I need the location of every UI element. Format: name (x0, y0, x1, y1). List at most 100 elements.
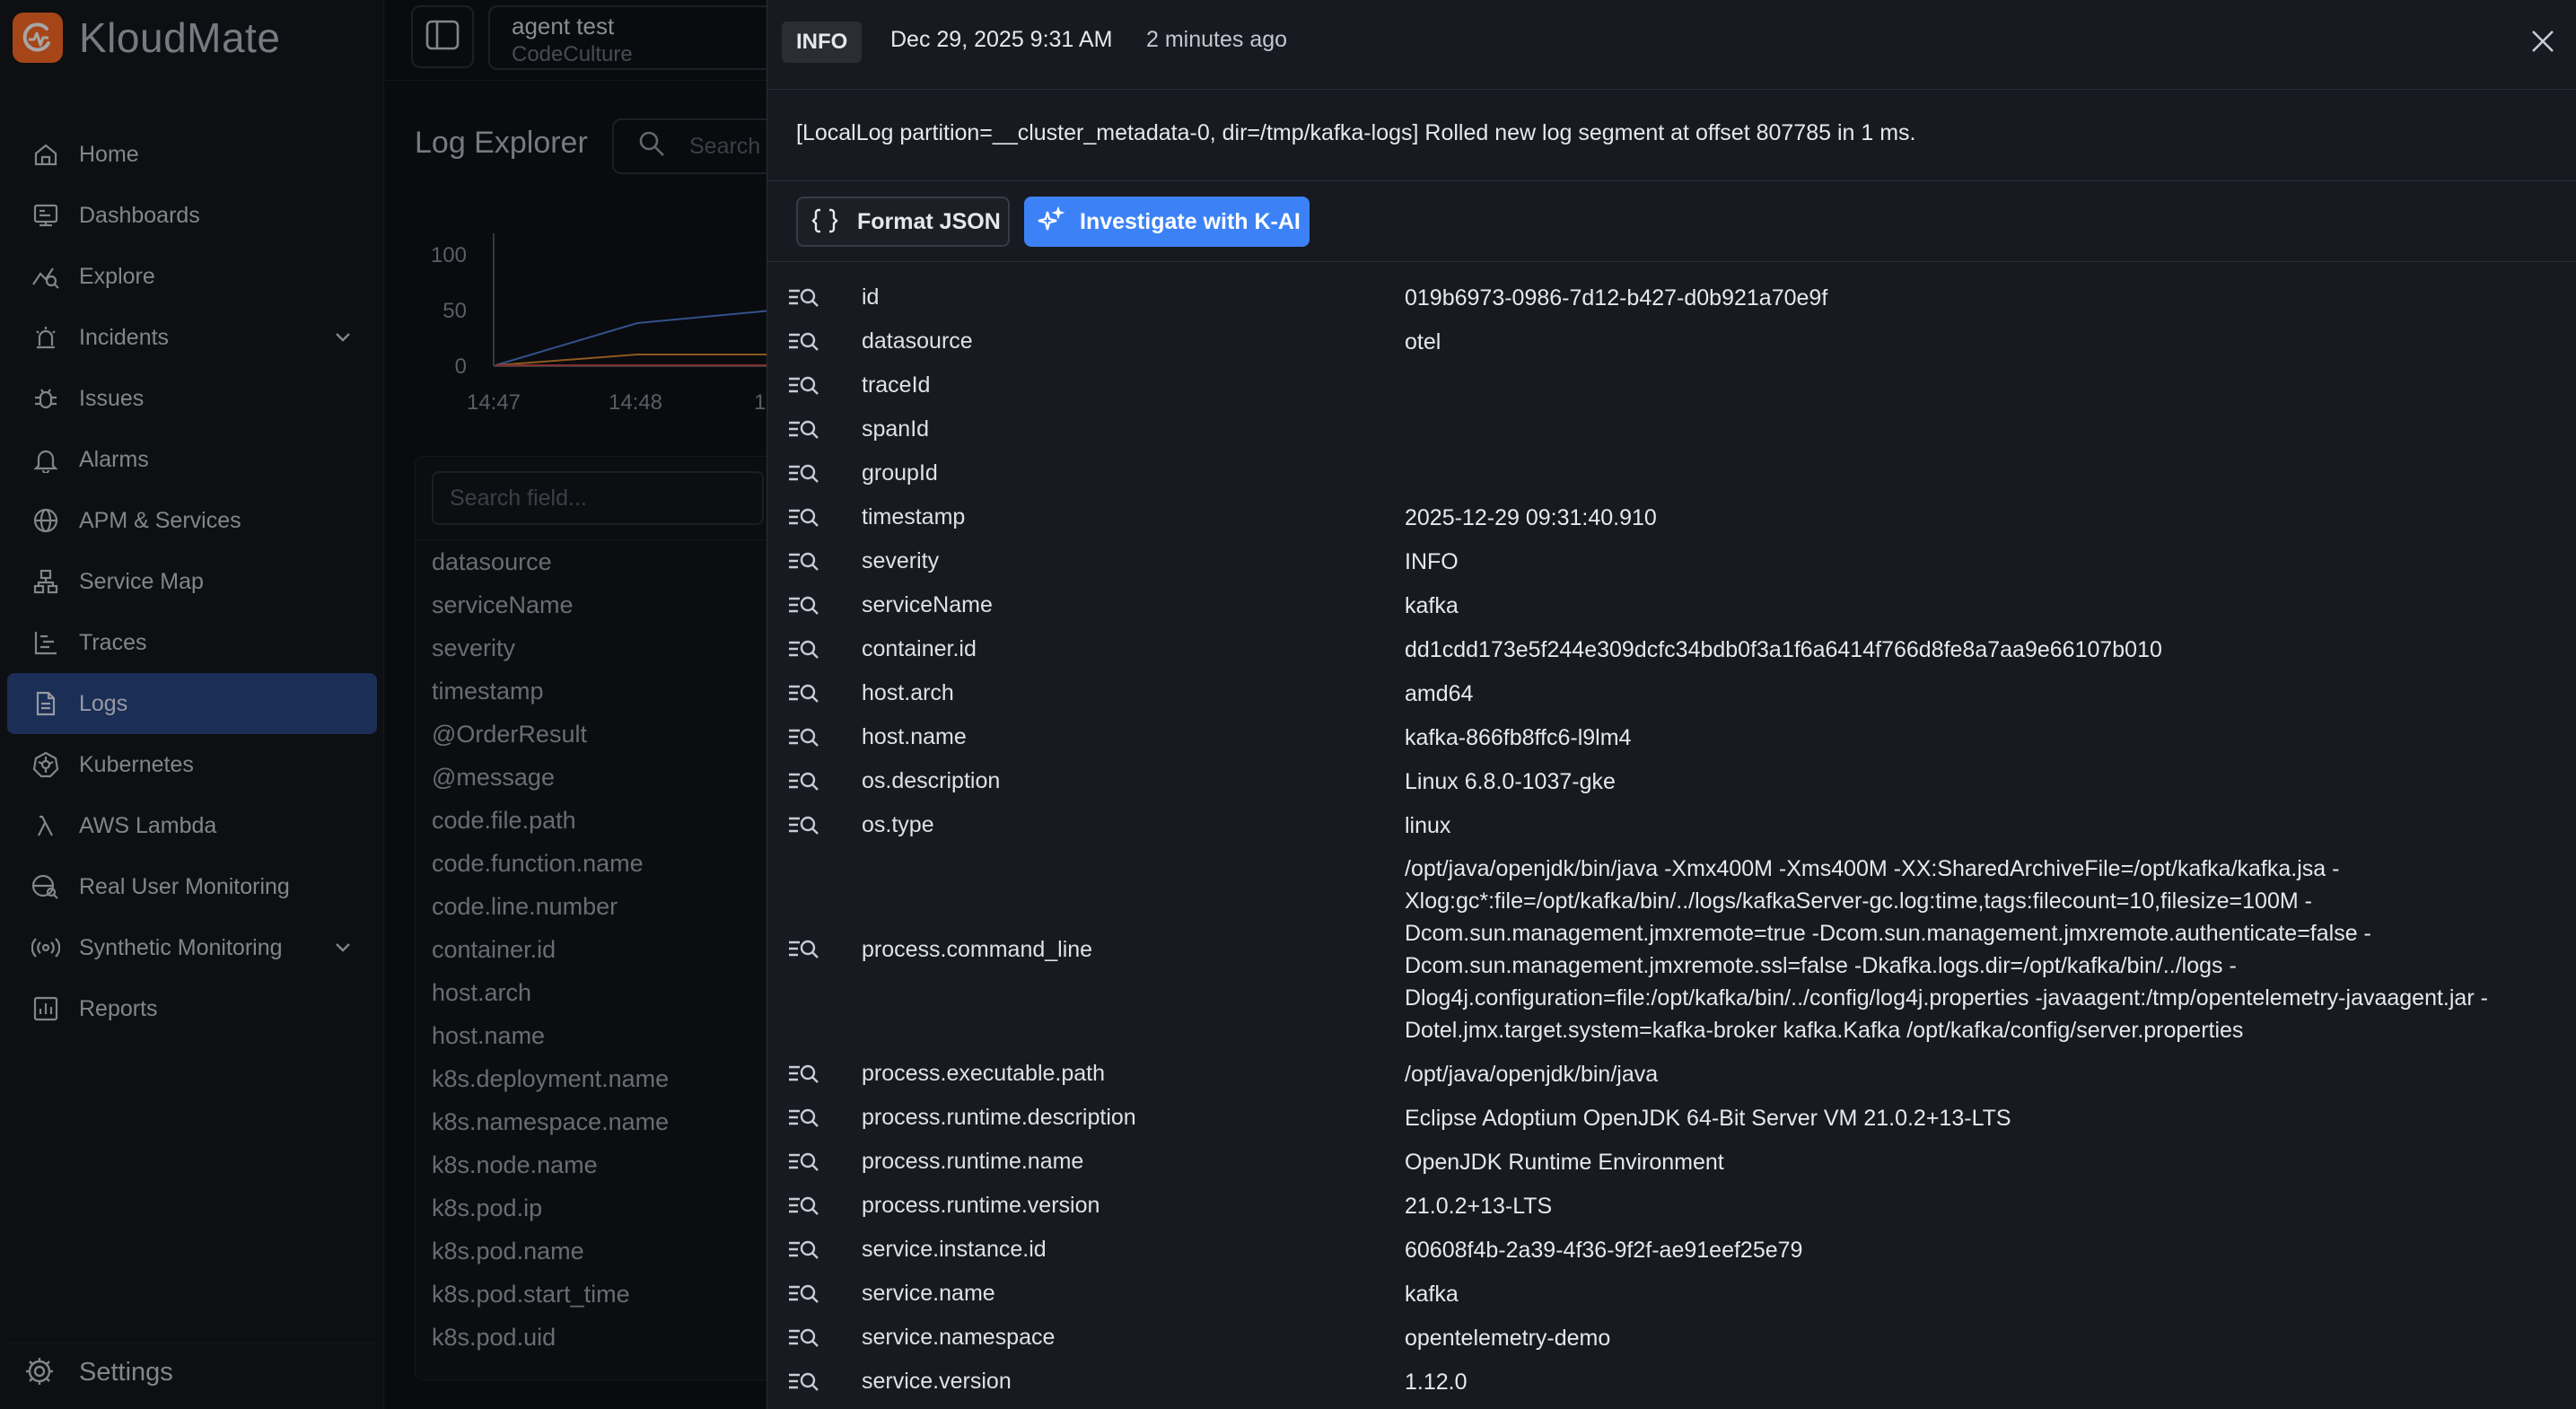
attribute-key: process.runtime.description (862, 1105, 1136, 1130)
attribute-key: service.namespace (862, 1325, 1056, 1350)
attribute-value (1405, 424, 2563, 435)
attribute-value (1405, 381, 2563, 391)
filter-search-icon[interactable] (787, 768, 821, 795)
attribute-key: traceId (862, 372, 931, 398)
attribute-row: process.executable.path/opt/java/openjdk… (767, 1052, 2576, 1096)
attributes-table: id 019b6973-0986-7d12-b427-d0b921a70e9f da… (767, 276, 2576, 1404)
attribute-row: os.description Linux 6.8.0-1037-gke (767, 759, 2576, 803)
filter-search-icon[interactable] (787, 1281, 821, 1308)
filter-search-icon[interactable] (787, 1061, 821, 1088)
attribute-key: host.name (862, 724, 967, 749)
filter-search-icon[interactable] (787, 680, 821, 707)
attribute-value: OpenJDK Runtime Environment (1405, 1149, 1724, 1175)
filter-search-icon[interactable] (787, 548, 821, 575)
attribute-value: /opt/java/openjdk/bin/java -Xmx400M -Xms… (1405, 856, 2488, 1043)
filter-search-icon[interactable] (787, 284, 821, 311)
attribute-value: amd64 (1405, 680, 1474, 706)
level-badge: INFO (782, 22, 863, 63)
attribute-value: 019b6973-0986-7d12-b427-d0b921a70e9f (1405, 284, 1828, 311)
attribute-row: process.runtime.description Eclipse Adopt… (767, 1096, 2576, 1140)
attribute-value: otel (1405, 328, 1441, 354)
attribute-key: groupId (862, 460, 938, 486)
attribute-value: kafka (1405, 592, 1459, 618)
attribute-value: /opt/java/openjdk/bin/java (1405, 1061, 1659, 1087)
filter-search-icon[interactable] (787, 1105, 821, 1132)
attribute-row: serviceName kafka (767, 583, 2576, 627)
braces-icon (810, 206, 841, 237)
drawer-actions: Format JSON Investigate with K-AI (767, 181, 2576, 262)
filter-search-icon[interactable] (787, 416, 821, 443)
filter-search-icon[interactable] (787, 724, 821, 751)
attribute-value: kafka (1405, 1281, 1459, 1307)
attribute-key: datasource (862, 328, 973, 354)
attribute-row: host.name kafka-866fb8ffc6-l9lm4 (767, 715, 2576, 759)
format-json-button[interactable]: Format JSON (796, 197, 1010, 247)
log-message: [LocalLog partition=__cluster_metadata-0… (767, 90, 2576, 181)
attribute-key: process.executable.path (862, 1061, 1106, 1086)
attribute-key: os.type (862, 812, 934, 837)
attribute-key: serviceName (862, 592, 993, 617)
attribute-row: process.runtime.name OpenJDK Runtime Envi… (767, 1140, 2576, 1184)
attribute-row: groupId (767, 451, 2576, 495)
filter-search-icon[interactable] (787, 504, 821, 531)
attribute-key: spanId (862, 416, 930, 442)
attribute-row: service.name kafka (767, 1272, 2576, 1316)
filter-search-icon[interactable] (787, 1149, 821, 1176)
attribute-row: container.id dd1cdd173e5f244e309dcfc34bdb… (767, 627, 2576, 671)
sparkles-icon (1035, 206, 1065, 237)
attribute-key: timestamp (862, 504, 966, 529)
attribute-row: process.runtime.version 21.0.2+13-LTS (767, 1184, 2576, 1228)
attribute-key: service.version (862, 1369, 1012, 1394)
attribute-key: service.instance.id (862, 1237, 1047, 1262)
attribute-key: severity (862, 548, 940, 573)
attribute-row: traceId (767, 363, 2576, 407)
attribute-row: os.type linux (767, 803, 2576, 847)
filter-search-icon[interactable] (787, 936, 821, 963)
attribute-value: opentelemetry-demo (1405, 1325, 1611, 1351)
attribute-value: dd1cdd173e5f244e309dcfc34bdb0f3a1f6a6414… (1405, 636, 2162, 662)
close-icon (2529, 28, 2556, 59)
filter-search-icon[interactable] (787, 812, 821, 839)
log-relative-time: 2 minutes ago (1146, 27, 1288, 52)
filter-search-icon[interactable] (787, 1193, 821, 1220)
log-date: Dec 29, 2025 9:31 AM (890, 27, 1113, 52)
attribute-row: id 019b6973-0986-7d12-b427-d0b921a70e9f (767, 276, 2576, 319)
attribute-value: Eclipse Adoptium OpenJDK 64-Bit Server V… (1405, 1105, 2011, 1131)
attribute-value: linux (1405, 812, 1451, 838)
attribute-row: process.command_line/opt/java/openjdk/bi… (767, 847, 2576, 1052)
attribute-key: container.id (862, 636, 977, 661)
attribute-key: host.arch (862, 680, 954, 705)
investigate-ai-button[interactable]: Investigate with K-AI (1024, 197, 1310, 247)
attribute-row: host.arch amd64 (767, 671, 2576, 715)
attribute-value: 60608f4b-2a39-4f36-9f2f-ae91eef25e79 (1405, 1237, 1803, 1263)
attribute-row: service.version 1.12.0 (767, 1360, 2576, 1404)
format-json-label: Format JSON (857, 208, 1001, 234)
filter-search-icon[interactable] (787, 328, 821, 355)
attribute-row: spanId (767, 407, 2576, 451)
attribute-row: timestamp 2025-12-29 09:31:40.910 (767, 495, 2576, 539)
filter-search-icon[interactable] (787, 1369, 821, 1396)
attribute-key: service.name (862, 1281, 995, 1306)
attribute-value: 1.12.0 (1405, 1369, 1468, 1395)
filter-search-icon[interactable] (787, 592, 821, 619)
attribute-row: severity INFO (767, 539, 2576, 583)
investigate-label: Investigate with K-AI (1080, 208, 1301, 234)
filter-search-icon[interactable] (787, 372, 821, 399)
attribute-value: 2025-12-29 09:31:40.910 (1405, 504, 1657, 530)
attribute-key: os.description (862, 768, 1001, 793)
attribute-value: Linux 6.8.0-1037-gke (1405, 768, 1616, 794)
filter-search-icon[interactable] (787, 636, 821, 663)
filter-search-icon[interactable] (787, 1325, 821, 1352)
close-button[interactable] (2525, 25, 2561, 61)
attribute-row: datasource otel (767, 319, 2576, 363)
filter-search-icon[interactable] (787, 460, 821, 487)
attribute-key: process.runtime.name (862, 1149, 1084, 1174)
attribute-value: INFO (1405, 548, 1459, 574)
drawer-header: INFO Dec 29, 2025 9:31 AM 2 minutes ago (767, 0, 2576, 90)
filter-search-icon[interactable] (787, 1237, 821, 1264)
attribute-row: service.instance.id 60608f4b-2a39-4f36-9f… (767, 1228, 2576, 1272)
log-detail-drawer: INFO Dec 29, 2025 9:31 AM 2 minutes ago … (767, 0, 2576, 1409)
attribute-key: id (862, 284, 880, 310)
attribute-row: service.namespace opentelemetry-demo (767, 1316, 2576, 1360)
attribute-key: process.command_line (862, 936, 1093, 962)
